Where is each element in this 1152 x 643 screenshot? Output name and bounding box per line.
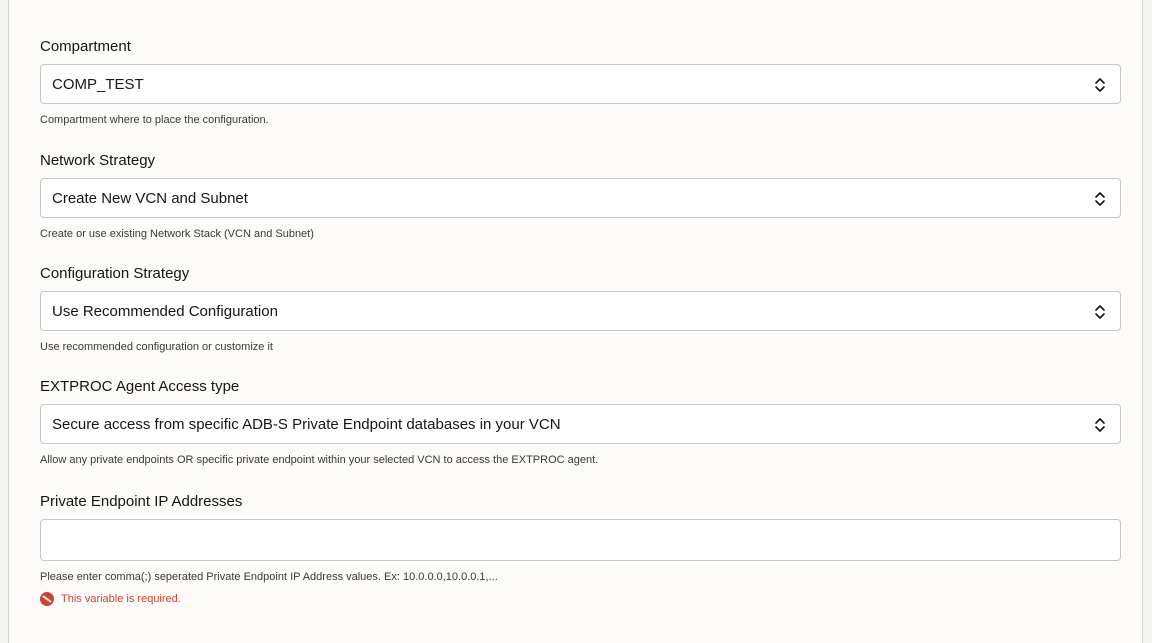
compartment-label: Compartment [40, 38, 131, 55]
chevron-up-down-icon [1095, 418, 1105, 432]
chevron-up-down-icon [1095, 305, 1105, 319]
configuration-form-panel: Compartment COMP_TEST Compartment where … [8, 0, 1143, 643]
configuration-strategy-help-text: Use recommended configuration or customi… [40, 341, 273, 353]
network-strategy-label: Network Strategy [40, 152, 156, 169]
private-endpoint-ips-help-text: Please enter comma(;) seperated Private … [40, 571, 498, 583]
chevron-up-down-icon [1095, 78, 1105, 92]
private-endpoint-ips-field: Private Endpoint IP Addresses Please ent… [40, 493, 1121, 606]
network-strategy-select-value: Create New VCN and Subnet [52, 189, 248, 207]
private-endpoint-ips-input[interactable] [40, 519, 1121, 561]
configuration-strategy-select-value: Use Recommended Configuration [52, 302, 278, 320]
network-strategy-field: Network Strategy Create New VCN and Subn… [40, 152, 1121, 241]
configuration-strategy-label: Configuration Strategy [40, 265, 190, 282]
extproc-access-type-select-value: Secure access from specific ADB-S Privat… [52, 415, 561, 433]
extproc-access-type-label: EXTPROC Agent Access type [40, 378, 240, 395]
validation-error: This variable is required. [40, 592, 1121, 606]
configuration-strategy-field: Configuration Strategy Use Recommended C… [40, 265, 1121, 354]
compartment-select[interactable]: COMP_TEST [40, 64, 1121, 104]
network-strategy-select[interactable]: Create New VCN and Subnet [40, 178, 1121, 218]
extproc-access-type-help-text: Allow any private endpoints OR specific … [40, 454, 599, 466]
extproc-access-type-field: EXTPROC Agent Access type Secure access … [40, 378, 1121, 467]
configuration-strategy-select[interactable]: Use Recommended Configuration [40, 291, 1121, 331]
validation-error-text: This variable is required. [61, 593, 181, 605]
extproc-access-type-select[interactable]: Secure access from specific ADB-S Privat… [40, 404, 1121, 444]
private-endpoint-ips-label: Private Endpoint IP Addresses [40, 493, 243, 510]
compartment-select-value: COMP_TEST [52, 75, 144, 93]
compartment-field: Compartment COMP_TEST Compartment where … [40, 38, 1121, 127]
compartment-help-text: Compartment where to place the configura… [40, 114, 269, 126]
network-strategy-help-text: Create or use existing Network Stack (VC… [40, 228, 314, 240]
chevron-up-down-icon [1095, 192, 1105, 206]
prohibited-icon [40, 592, 54, 606]
